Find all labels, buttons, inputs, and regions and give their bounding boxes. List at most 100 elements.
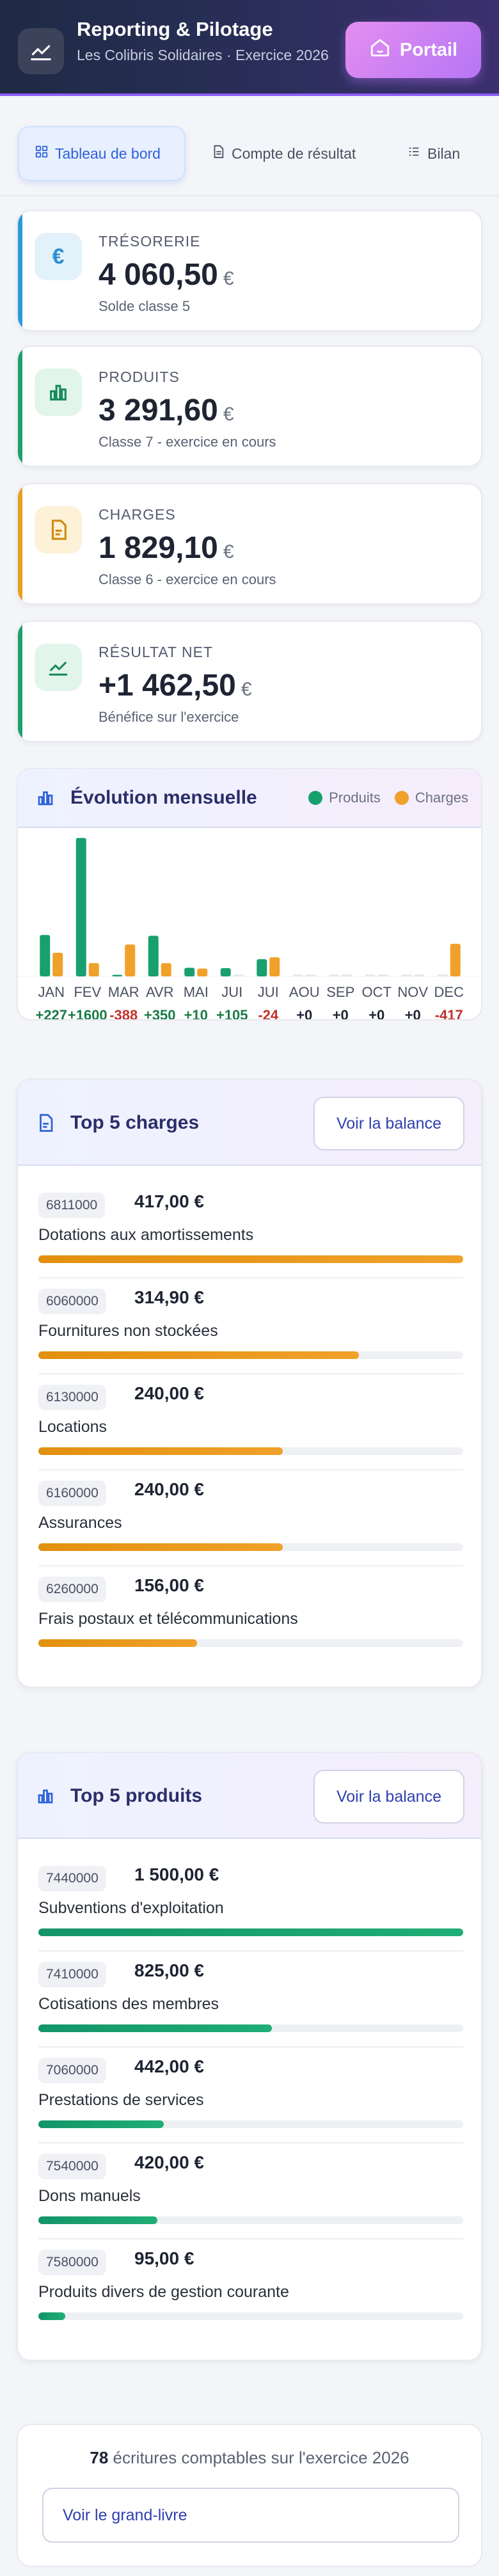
top-produits-header: Top 5 produits Voir la balance (18, 1753, 481, 1839)
monthly-chart-card: Évolution mensuelle Produits Charges JAN… (17, 768, 482, 1021)
stat-label: PRODUITS (99, 369, 180, 385)
progress-fill (38, 2312, 65, 2320)
progress-track (38, 1543, 463, 1551)
tab-bilan[interactable]: Bilan (407, 126, 460, 181)
voir-balance-button[interactable]: Voir la balance (313, 1770, 464, 1824)
list-item[interactable]: 7580000 95,00 € Produits divers de gestion… (38, 2239, 463, 2335)
list-item[interactable]: 7060000 442,00 € Prestations de services (38, 2047, 463, 2143)
list-item[interactable]: 6160000 240,00 € Assurances (38, 1470, 463, 1566)
stat-value: +1 462,50 € (99, 669, 252, 703)
x-tick-label: SEP (326, 984, 354, 1000)
bar-produits (257, 959, 267, 976)
account-amount: 314,90 € (134, 1287, 204, 1307)
account-name: Cotisations des membres (38, 1995, 219, 2013)
list-item[interactable]: 6260000 156,00 € Frais postaux et télécomm… (38, 1566, 463, 1662)
account-name: Locations (38, 1418, 107, 1436)
stat-value: 3 291,60 € (99, 394, 234, 427)
tab-label: Tableau de bord (55, 145, 161, 162)
account-amount: 1 500,00 € (134, 1864, 219, 1884)
list-item[interactable]: 6130000 240,00 € Locations (38, 1374, 463, 1470)
legend-item-produits: Produits (308, 790, 381, 806)
voir-balance-button[interactable]: Voir la balance (313, 1097, 464, 1150)
net-value-label: +0 (405, 1007, 421, 1021)
list-item[interactable]: 6811000 417,00 € Dotations aux amortisseme… (38, 1182, 463, 1278)
list-item[interactable]: 7410000 825,00 € Cotisations des membres (38, 1952, 463, 2047)
x-tick-label: JUI (258, 984, 279, 1000)
stat-value: 1 829,10 € (99, 531, 234, 565)
progress-fill (38, 1447, 283, 1455)
tab-tableau-de-bord[interactable]: Tableau de bord (18, 126, 186, 181)
net-value-label: +0 (296, 1007, 312, 1021)
progress-track (38, 1351, 463, 1359)
bar-produits (112, 974, 123, 976)
x-tick-label: NOV (397, 984, 428, 1000)
bar-charges (342, 974, 352, 976)
stat-card-resultat-net[interactable]: RÉSULTAT NET +1 462,50 € Bénéfice sur l'e… (17, 621, 482, 742)
stat-card-charges[interactable]: CHARGES 1 829,10 € Classe 6 - exercice en… (17, 483, 482, 605)
bar-produits (329, 974, 340, 976)
document-icon (211, 145, 225, 163)
bar-produits (365, 974, 376, 976)
account-code: 6160000 (38, 1481, 106, 1506)
bar-charges (269, 957, 280, 976)
tab-compte-de-resultat[interactable]: Compte de résultat (211, 126, 356, 181)
stat-label: TRÉSORERIE (99, 233, 201, 250)
account-name: Prestations de services (38, 2091, 204, 2109)
net-value-label: +0 (333, 1007, 349, 1021)
chart-header: Évolution mensuelle Produits Charges (18, 769, 481, 828)
list-item[interactable]: 7440000 1 500,00 € Subventions d'exploitat… (38, 1856, 463, 1952)
progress-track (38, 1447, 463, 1455)
bar-produits (401, 974, 412, 976)
account-code: 7440000 (38, 1866, 106, 1891)
x-tick-label: MAI (184, 984, 209, 1000)
stat-label: CHARGES (99, 506, 176, 523)
top-produits-card: Top 5 produits Voir la balance 7440000 1 … (17, 1752, 482, 2361)
stat-subtitle: Classe 7 - exercice en cours (99, 434, 276, 450)
x-tick-label: AVR (146, 984, 174, 1000)
stat-subtitle: Solde classe 5 (99, 298, 191, 314)
document-icon (36, 1113, 55, 1136)
account-code: 6130000 (38, 1385, 106, 1410)
list-item[interactable]: 6060000 314,90 € Fournitures non stockées (38, 1278, 463, 1374)
tab-bar: Tableau de bord Compte de résultat Bilan (0, 118, 499, 189)
account-name: Subventions d'exploitation (38, 1899, 224, 1917)
legend-item-charges: Charges (394, 790, 468, 806)
x-tick-label: AOU (289, 984, 320, 1000)
stat-card-tresorerie[interactable]: € TRÉSORERIE 4 060,50 € Solde classe 5 (17, 210, 482, 331)
app-subtitle: Les Colibris Solidaires · Exercice 2026 (77, 47, 329, 63)
top-charges-card: Top 5 charges Voir la balance 6811000 417… (17, 1079, 482, 1688)
accent-bar (18, 622, 22, 741)
net-value-label: -24 (258, 1007, 279, 1021)
stat-subtitle: Bénéfice sur l'exercice (99, 709, 239, 725)
progress-track (38, 1928, 463, 1936)
bar-charges (197, 968, 208, 976)
stat-card-produits[interactable]: PRODUITS 3 291,60 € Classe 7 - exercice e… (17, 346, 482, 467)
progress-fill (38, 1543, 283, 1551)
accent-bar (18, 211, 22, 330)
top-produits-title: Top 5 produits (70, 1785, 203, 1806)
bar-chart-icon (36, 1786, 55, 1809)
accent-bar (18, 484, 22, 603)
net-value-label: +10 (184, 1007, 208, 1021)
grand-livre-button[interactable]: Voir le grand-livre (42, 2488, 459, 2543)
bar-charges (377, 974, 388, 976)
account-amount: 417,00 € (134, 1191, 204, 1211)
progress-track (38, 2024, 463, 2032)
bar-charges (305, 974, 316, 976)
account-amount: 95,00 € (134, 2248, 194, 2268)
account-code: 6811000 (38, 1193, 106, 1218)
bar-charges (52, 952, 63, 976)
bar-charges (450, 944, 461, 976)
bar-produits (220, 968, 231, 976)
document-icon (35, 506, 82, 553)
account-amount: 240,00 € (134, 1479, 204, 1499)
list-item[interactable]: 7540000 420,00 € Dons manuels (38, 2143, 463, 2239)
bar-chart-icon (36, 788, 55, 811)
account-code: 7060000 (38, 2058, 106, 2083)
progress-track (38, 2312, 463, 2320)
trend-icon (35, 644, 82, 691)
portal-button[interactable]: Portail (345, 22, 481, 78)
progress-track (38, 2120, 463, 2128)
x-tick-label: JUI (221, 984, 242, 1000)
bar-chart-icon (35, 369, 82, 416)
